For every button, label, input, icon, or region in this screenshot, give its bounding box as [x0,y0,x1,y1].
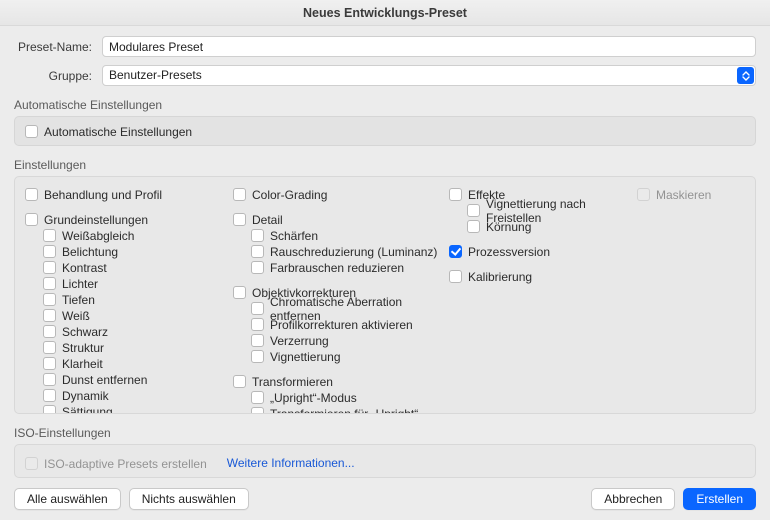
settings-col-4: Maskieren [637,183,745,414]
settings-title: Einstellungen [14,158,756,172]
checkbox-label: Schärfen [270,229,318,243]
cancel-button[interactable]: Abbrechen [591,488,675,510]
effects-item[interactable]: Vignettierung nach Freistellen [467,203,629,218]
checkbox-calibration[interactable]: Kalibrierung [449,269,629,284]
checkbox-basic-settings[interactable]: Grundeinstellungen [25,212,225,227]
auto-settings-checkbox[interactable]: Automatische Einstellungen [25,124,745,139]
settings-col-3: Effekte Vignettierung nach FreistellenKö… [449,183,629,414]
detail-item[interactable]: Farbrauschen reduzieren [251,260,441,275]
checkbox-label: Struktur [62,341,104,355]
checkbox-label: Transformieren für „Upright“ [270,407,418,415]
dialog-footer: Alle auswählen Nichts auswählen Abbreche… [0,478,770,520]
basic-item[interactable]: Klarheit [43,356,225,371]
checkbox-mask: Maskieren [637,187,745,202]
basic-settings-children: Weißabgleich Belichtung Kontrast Lichter Tie… [43,227,225,414]
checkbox-detail[interactable]: Detail [233,212,441,227]
settings-col-1: Behandlung und Profil Grundeinstellungen… [25,183,225,414]
basic-item[interactable]: Struktur [43,340,225,355]
checkbox-iso-adaptive: ISO-adaptive Presets erstellen [25,456,207,471]
checkbox-label: Körnung [486,220,531,234]
checkbox-label: Schwarz [62,325,108,339]
chevron-updown-icon [737,67,754,84]
group-select-value: Benutzer-Presets [102,65,756,86]
checkbox-label: Verzerrung [270,334,329,348]
preset-name-label: Preset-Name: [14,40,92,54]
transform-item[interactable]: Transformieren für „Upright“ [251,406,441,414]
select-none-button[interactable]: Nichts auswählen [129,488,249,510]
preset-name-input[interactable] [102,36,756,57]
group-row: Gruppe: Benutzer-Presets [14,65,756,86]
checkbox-label: Profilkorrekturen aktivieren [270,318,413,332]
basic-item[interactable]: Belichtung [43,244,225,259]
basic-item[interactable]: Dynamik [43,388,225,403]
group-select[interactable]: Benutzer-Presets [102,65,756,86]
basic-item[interactable]: Weißabgleich [43,228,225,243]
group-label: Gruppe: [14,69,92,83]
checkbox-label: Belichtung [62,245,118,259]
auto-settings-title: Automatische Einstellungen [14,98,756,112]
basic-item[interactable]: Dunst entfernen [43,372,225,387]
checkbox-label: Weißabgleich [62,229,134,243]
checkbox-transform[interactable]: Transformieren [233,374,441,389]
checkbox-label: Kontrast [62,261,107,275]
checkbox-color-grading[interactable]: Color-Grading [233,187,441,202]
detail-children: Schärfen Rauschreduzierung (Luminanz) Farb… [251,227,441,275]
checkbox-label: Lichter [62,277,98,291]
checkbox-label: Weiß [62,309,90,323]
transform-children: „Upright“-Modus Transformieren für „Uprig… [251,389,441,414]
preset-name-row: Preset-Name: [14,36,756,57]
transform-item[interactable]: „Upright“-Modus [251,390,441,405]
checkbox-label: Klarheit [62,357,103,371]
iso-section: ISO-Einstellungen ISO-adaptive Presets e… [14,422,756,478]
checkbox-label: Farbrauschen reduzieren [270,261,404,275]
lens-item[interactable]: Chromatische Aberration entfernen [251,301,441,316]
effects-children: Vignettierung nach Freistellen Körnung [467,202,629,234]
basic-item[interactable]: Tiefen [43,292,225,307]
lens-item[interactable]: Verzerrung [251,333,441,348]
lens-item[interactable]: Profilkorrekturen aktivieren [251,317,441,332]
basic-item[interactable]: Schwarz [43,324,225,339]
checkbox-label: Vignettierung [270,350,341,364]
basic-item[interactable]: Kontrast [43,260,225,275]
lens-children: Chromatische Aberration entfernen Profilk… [251,300,441,364]
settings-section: Einstellungen Behandlung und Profil Grun… [14,154,756,414]
iso-more-info-link[interactable]: Weitere Informationen... [227,456,355,470]
detail-item[interactable]: Rauschreduzierung (Luminanz) [251,244,441,259]
checkbox-label: Rauschreduzierung (Luminanz) [270,245,437,259]
basic-item[interactable]: Weiß [43,308,225,323]
checkbox-label: Sättigung [62,405,113,415]
settings-col-2: Color-Grading Detail Schärfen Rauschreduz… [233,183,441,414]
auto-settings-section: Automatische Einstellungen Automatische … [14,94,756,146]
checkbox-label: Dunst entfernen [62,373,147,387]
preset-dialog: Neues Entwicklungs-Preset Preset-Name: G… [0,0,770,520]
detail-item[interactable]: Schärfen [251,228,441,243]
checkbox-treatment-profile[interactable]: Behandlung und Profil [25,187,225,202]
checkbox-process-version[interactable]: Prozessversion [449,244,629,259]
basic-item[interactable]: Sättigung [43,404,225,414]
select-all-button[interactable]: Alle auswählen [14,488,121,510]
basic-item[interactable]: Lichter [43,276,225,291]
lens-item[interactable]: Vignettierung [251,349,441,364]
checkbox-label: Dynamik [62,389,109,403]
checkbox-label: „Upright“-Modus [270,391,357,405]
create-button[interactable]: Erstellen [683,488,756,510]
checkbox-label: Tiefen [62,293,95,307]
window-title: Neues Entwicklungs-Preset [0,0,770,26]
iso-title: ISO-Einstellungen [14,426,756,440]
